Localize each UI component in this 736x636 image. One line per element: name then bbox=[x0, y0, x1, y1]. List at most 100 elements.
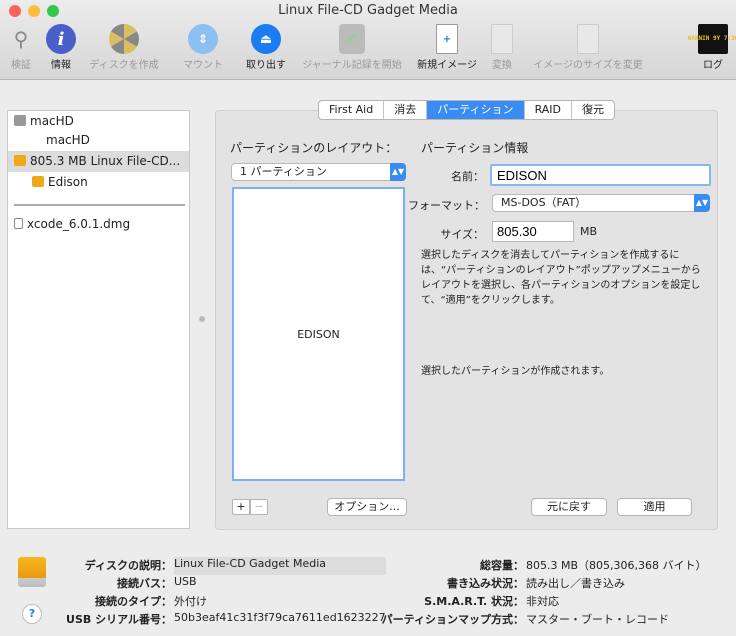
layout-label: パーティションのレイアウト： bbox=[230, 141, 398, 155]
options-button[interactable]: オプション... bbox=[327, 498, 407, 516]
format-popup[interactable]: MS-DOS（FAT） ▲▼ bbox=[492, 194, 710, 212]
burn-icon bbox=[109, 24, 139, 54]
write-status-value: 読み出し／書き込み bbox=[526, 577, 625, 590]
disk-list-sidebar: macHD macHD 805.3 MB Linux File-CD... Ed… bbox=[7, 110, 190, 529]
info-icon: i bbox=[46, 24, 76, 54]
sidebar-item-label: macHD bbox=[46, 133, 90, 147]
smart-status-value: 非対応 bbox=[526, 595, 559, 608]
partition-status: 選択したパーティションが作成されます。 bbox=[421, 366, 610, 377]
toolbar-mount-button[interactable]: ⇕ マウント bbox=[176, 24, 230, 71]
toolbar-label: 変換 bbox=[492, 60, 512, 71]
partition-block-edison[interactable]: EDISON bbox=[232, 187, 405, 481]
internal-disk-icon bbox=[14, 115, 26, 126]
tab-restore[interactable]: 復元 bbox=[572, 101, 614, 119]
write-status-key: 書き込み状況： bbox=[447, 577, 524, 590]
size-unit: MB bbox=[580, 225, 598, 238]
toolbar-log-button[interactable]: WARNIN 9Y 7:36 ログ bbox=[688, 24, 736, 71]
sidebar-item-machd-volume[interactable]: macHD bbox=[8, 130, 189, 151]
toolbar-verify-button[interactable]: ⚲ 検証 bbox=[6, 24, 36, 71]
toolbar-label: 新規イメージ bbox=[417, 60, 477, 71]
toolbar-convert-button[interactable]: 変換 bbox=[488, 24, 516, 71]
tab-partition[interactable]: パーティション bbox=[427, 101, 525, 119]
toolbar-resize-image-button[interactable]: イメージのサイズを変更 bbox=[526, 24, 650, 71]
sidebar-item-linux-file-cd[interactable]: 805.3 MB Linux File-CD... bbox=[8, 151, 189, 172]
sidebar-item-machd-disk[interactable]: macHD bbox=[8, 111, 189, 132]
resize-image-icon bbox=[577, 24, 599, 54]
partition-map-key: パーティションマップ方式： bbox=[381, 613, 524, 626]
dmg-file-icon bbox=[14, 218, 23, 229]
toolbar-label: ディスクを作成 bbox=[89, 60, 159, 71]
remove-partition-button[interactable]: − bbox=[250, 499, 268, 515]
info-right-values: 805.3 MB（805,306,368 バイト） 読み出し／書き込み 非対応 … bbox=[526, 557, 707, 629]
info-left-keys: ディスクの説明： 接続バス： 接続のタイプ： USB シリアル番号： bbox=[60, 557, 172, 629]
capacity-key: 総容量： bbox=[480, 559, 524, 572]
sidebar-divider bbox=[14, 204, 185, 206]
help-button[interactable]: ? bbox=[22, 604, 42, 624]
add-partition-button[interactable]: + bbox=[232, 499, 250, 515]
split-view-handle[interactable] bbox=[199, 316, 205, 322]
toolbar-label: ジャーナル記録を開始 bbox=[302, 60, 402, 71]
title-bar: Linux File-CD Gadget Media ⚲ 検証 i 情報 ディスクを… bbox=[0, 0, 736, 80]
microscope-icon: ⚲ bbox=[13, 27, 29, 51]
layout-value: 1 パーティション bbox=[240, 165, 327, 178]
chevron-updown-icon: ▲▼ bbox=[694, 194, 710, 212]
size-label: サイズ： bbox=[440, 228, 484, 241]
tab-bar: First Aid 消去 パーティション RAID 復元 bbox=[318, 100, 615, 120]
tab-first-aid[interactable]: First Aid bbox=[319, 101, 385, 119]
format-label: フォーマット： bbox=[408, 199, 485, 212]
toolbar-label: イメージのサイズを変更 bbox=[533, 60, 643, 71]
toolbar-label: 検証 bbox=[11, 60, 31, 71]
external-disk-icon bbox=[14, 155, 26, 166]
toolbar-label: 情報 bbox=[51, 60, 71, 71]
toolbar-new-image-button[interactable]: + 新規イメージ bbox=[412, 24, 482, 71]
journal-icon: ✔ bbox=[339, 24, 365, 54]
partition-block-label: EDISON bbox=[297, 327, 340, 341]
sidebar-item-edison[interactable]: Edison bbox=[8, 172, 189, 193]
eject-icon: ⏏ bbox=[251, 24, 281, 54]
sidebar-item-xcode-dmg[interactable]: xcode_6.0.1.dmg bbox=[8, 214, 189, 235]
sidebar-item-label: 805.3 MB Linux File-CD... bbox=[30, 154, 181, 168]
sidebar-item-label: macHD bbox=[30, 114, 74, 128]
usb-serial-value: 50b3eaf41c31f3f79ca7611ed1623227 bbox=[174, 611, 386, 624]
toolbar-label: 取り出す bbox=[246, 60, 286, 71]
partition-description: 選択したディスクを消去してパーティションを作成するには、“パーティションのレイア… bbox=[421, 250, 701, 306]
tab-raid[interactable]: RAID bbox=[525, 101, 572, 119]
info-left-values: Linux File-CD Gadget Media USB 外付け 50b3e… bbox=[174, 557, 386, 629]
toolbar-burn-button[interactable]: ディスクを作成 bbox=[84, 24, 164, 71]
smart-status-key: S.M.A.R.T. 状況： bbox=[424, 595, 524, 608]
toolbar-eject-button[interactable]: ⏏ 取り出す bbox=[240, 24, 292, 71]
revert-button[interactable]: 元に戻す bbox=[531, 498, 607, 516]
partition-map-value: マスター・ブート・レコード bbox=[526, 613, 669, 626]
toolbar-label: マウント bbox=[183, 60, 223, 71]
bus-key: 接続バス： bbox=[117, 577, 172, 590]
sidebar-item-label: xcode_6.0.1.dmg bbox=[27, 217, 131, 231]
format-value: MS-DOS（FAT） bbox=[501, 196, 587, 209]
sidebar-item-label: Edison bbox=[48, 175, 88, 189]
external-disk-icon bbox=[18, 557, 46, 587]
toolbar-journal-button[interactable]: ✔ ジャーナル記録を開始 bbox=[296, 24, 408, 71]
tab-erase[interactable]: 消去 bbox=[384, 101, 428, 119]
capacity-value: 805.3 MB（805,306,368 バイト） bbox=[526, 559, 707, 572]
disk-description-key: ディスクの説明： bbox=[84, 559, 172, 572]
layout-popup[interactable]: 1 パーティション ▲▼ bbox=[231, 163, 406, 181]
toolbar-label: ログ bbox=[703, 60, 723, 71]
partition-info-label: パーティション情報 bbox=[421, 141, 529, 155]
info-right-keys: 総容量： 書き込み状況： S.M.A.R.T. 状況： パーティションマップ方式… bbox=[380, 557, 524, 629]
volume-icon bbox=[32, 176, 44, 187]
mount-icon: ⇕ bbox=[188, 24, 218, 54]
disk-description-value: Linux File-CD Gadget Media bbox=[174, 557, 386, 575]
bus-value: USB bbox=[174, 575, 197, 588]
apply-button[interactable]: 適用 bbox=[617, 498, 692, 516]
convert-icon bbox=[491, 24, 513, 54]
size-input[interactable] bbox=[492, 221, 574, 242]
connection-type-value: 外付け bbox=[174, 595, 207, 608]
chevron-updown-icon: ▲▼ bbox=[390, 163, 406, 181]
toolbar-info-button[interactable]: i 情報 bbox=[44, 24, 78, 71]
name-input[interactable] bbox=[490, 164, 711, 186]
log-icon: WARNIN 9Y 7:36 bbox=[688, 24, 736, 54]
new-image-icon: + bbox=[436, 24, 458, 54]
name-label: 名前： bbox=[451, 170, 484, 183]
connection-type-key: 接続のタイプ： bbox=[95, 595, 172, 608]
window-title: Linux File-CD Gadget Media bbox=[278, 3, 458, 18]
usb-serial-key: USB シリアル番号： bbox=[66, 613, 172, 626]
